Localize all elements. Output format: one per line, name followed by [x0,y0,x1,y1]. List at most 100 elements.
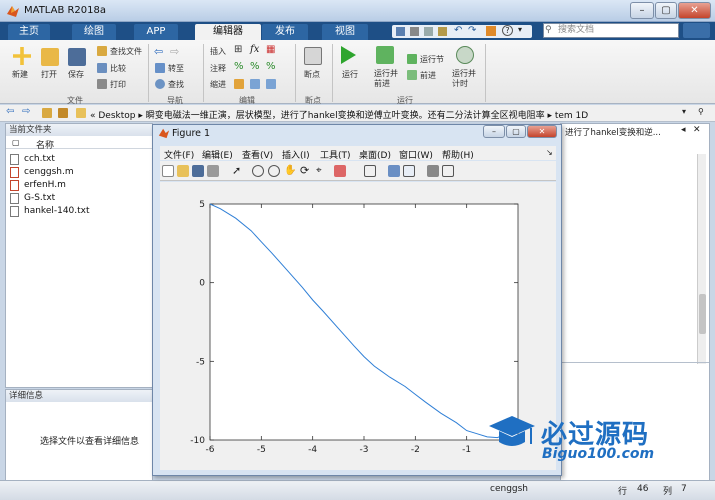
decrease-indent-icon[interactable] [266,79,276,89]
section-break-icon[interactable]: ▦ [266,44,275,55]
pan-hand-icon[interactable]: ✋ [284,165,296,177]
back-arrow-icon[interactable]: ⇦ [6,106,14,117]
editor-tab[interactable]: 进行了hankel变换和逆... [565,126,661,138]
file-list-item[interactable]: cenggsh.m [10,167,74,178]
print-button[interactable]: 打印 [110,79,126,90]
paste-icon[interactable] [438,27,447,36]
insert-button[interactable]: 插入 [210,46,226,57]
run-and-time-button[interactable]: 运行并 计时 [452,69,476,89]
scrollbar-thumb[interactable] [699,294,706,334]
run-section-icon[interactable] [407,54,417,64]
link-plot-icon[interactable] [364,165,376,177]
search-input[interactable]: 搜索文档 [543,23,679,38]
file-list-item[interactable]: cch.txt [10,154,55,165]
menu-window[interactable]: 窗口(W) [399,148,433,161]
close-button[interactable]: ✕ [678,2,711,19]
forward-arrow-icon[interactable]: ⇨ [170,45,179,58]
run-icon[interactable] [341,46,356,64]
data-cursor-icon[interactable]: ⌖ [316,165,328,177]
colorbar-icon[interactable] [388,165,400,177]
menu-file[interactable]: 文件(F) [164,148,194,161]
goto-button[interactable]: 转至 [168,63,184,74]
compare-icon[interactable] [97,63,107,73]
undo-icon[interactable]: ↶ [454,25,462,36]
tab-publish[interactable]: 发布 [262,24,308,40]
print-icon[interactable] [97,79,107,89]
tab-apps[interactable]: APP [134,24,178,40]
menu-insert[interactable]: 插入(I) [282,148,310,161]
save-big-icon[interactable] [68,48,86,66]
zoom-out-icon[interactable] [268,165,280,177]
hide-plot-tools-icon[interactable] [427,165,439,177]
up-folder-icon[interactable] [42,108,52,118]
tab-home[interactable]: 主页 [8,24,50,40]
browse-folder-icon[interactable] [58,108,68,118]
breakpoints-icon[interactable] [304,47,322,65]
menu-view[interactable]: 查看(V) [242,148,273,161]
forward-arrow-icon[interactable]: ⇨ [22,106,30,117]
comment-button[interactable]: 注释 [210,63,226,74]
close-icon[interactable]: ✕ [693,125,701,135]
print-figure-icon[interactable] [207,165,219,177]
save-figure-icon[interactable] [192,165,204,177]
legend-icon[interactable] [403,165,415,177]
search-icon[interactable]: ⚲ [698,107,704,116]
maximize-button[interactable]: ▢ [655,2,677,19]
save-button-label[interactable]: 保存 [68,69,84,80]
comment-icon[interactable]: % [234,61,244,72]
uncomment-icon[interactable]: % [266,61,276,72]
menu-tools[interactable]: 工具(T) [320,148,351,161]
switch-windows-icon[interactable] [486,26,496,36]
menu-edit[interactable]: 编辑(E) [202,148,233,161]
figure-maximize-button[interactable]: ▢ [506,125,526,138]
tab-plots[interactable]: 绘图 [72,24,116,40]
new-figure-icon[interactable] [162,165,174,177]
run-advance-icon[interactable] [376,46,394,64]
increase-indent-icon[interactable] [250,79,260,89]
open-folder-icon[interactable] [41,48,59,66]
chevron-down-icon[interactable]: ▾ [518,25,522,34]
save-icon[interactable] [396,27,405,36]
run-advance-button[interactable]: 运行并 前进 [374,69,398,89]
find-icon[interactable] [155,79,165,89]
back-arrow-icon[interactable]: ⇦ [154,45,163,58]
wrap-comments-icon[interactable]: % [250,61,260,72]
dock-arrow-icon[interactable]: ↘ [546,148,553,157]
scrollbar[interactable] [697,154,706,364]
indent-button[interactable]: 缩进 [210,79,226,90]
expand-icon[interactable]: ▢ [12,138,20,147]
help-icon[interactable]: ? [502,25,513,36]
advance-button[interactable]: 前进 [420,70,436,81]
menu-desktop[interactable]: 桌面(D) [359,148,391,161]
rotate-icon[interactable]: ⟳ [300,165,312,177]
copy-icon[interactable] [424,27,433,36]
zoom-in-icon[interactable] [252,165,264,177]
figure-close-button[interactable]: ✕ [527,125,557,138]
tab-editor[interactable]: 编辑器 [195,24,261,40]
find-files-button[interactable]: 查找文件 [110,46,142,57]
file-list-item[interactable]: erfenH.m [10,180,66,191]
advance-icon[interactable] [407,70,417,80]
run-and-time-icon[interactable] [456,46,474,64]
brush-icon[interactable] [334,165,346,177]
find-button[interactable]: 查找 [168,79,184,90]
minimize-button[interactable]: – [630,2,654,19]
cut-icon[interactable] [410,27,419,36]
show-plot-tools-icon[interactable] [442,165,454,177]
find-files-icon[interactable] [97,46,107,56]
tab-scroll-icon[interactable]: ◂ [681,125,686,135]
open-button-label[interactable]: 打开 [41,69,57,80]
fx-icon[interactable]: fx [250,44,259,55]
goto-icon[interactable] [155,63,165,73]
file-list-item[interactable]: hankel-140.txt [10,206,90,217]
run-button[interactable]: 运行 [342,69,358,80]
pointer-icon[interactable]: ➚ [232,165,244,177]
open-file-icon[interactable] [177,165,189,177]
run-section-button[interactable]: 运行节 [420,54,444,65]
compare-button[interactable]: 比较 [110,63,126,74]
redo-icon[interactable]: ↷ [468,25,476,36]
figure-minimize-button[interactable]: – [483,125,505,138]
file-list-item[interactable]: G-S.txt [10,193,55,204]
chevron-down-icon[interactable]: ▾ [682,107,686,116]
menu-help[interactable]: 帮助(H) [442,148,474,161]
